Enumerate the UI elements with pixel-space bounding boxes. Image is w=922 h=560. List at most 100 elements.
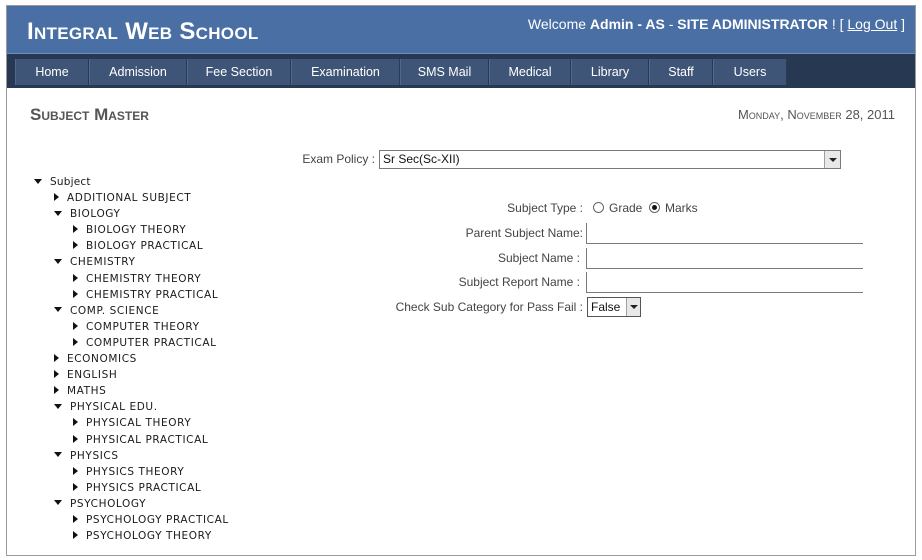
collapsed-triangle-icon xyxy=(73,321,78,330)
subject-name-input[interactable] xyxy=(586,248,863,269)
tree-node-label: COMPUTER THEORY xyxy=(86,320,200,333)
collapsed-triangle-icon xyxy=(73,241,78,250)
tree-node[interactable]: PHYSICAL THEORY xyxy=(73,415,191,431)
tree-node-label: ADDITIONAL SUBJECT xyxy=(67,192,192,204)
tree-node-label: BIOLOGY THEORY xyxy=(86,224,187,237)
tree-node[interactable]: ENGLISH xyxy=(54,367,117,383)
tree-node[interactable]: PHYSICS THEORY xyxy=(73,464,184,480)
tree-node-label: CHEMISTRY THEORY xyxy=(86,272,202,285)
user-name: Admin xyxy=(589,16,634,32)
collapsed-triangle-icon xyxy=(73,273,78,282)
tree-node[interactable]: BIOLOGY xyxy=(54,206,121,222)
tree-root-subject[interactable]: Subject xyxy=(34,174,91,190)
bracket-open: ! [ xyxy=(827,16,848,32)
tree-node[interactable]: COMPUTER PRACTICAL xyxy=(73,335,217,351)
page-date: Monday, November 28, 2011 xyxy=(737,107,895,122)
marks-radio[interactable] xyxy=(649,202,660,213)
parent-subject-label: Parent Subject Name: xyxy=(465,226,583,240)
tree-node-label: CHEMISTRY PRACTICAL xyxy=(86,288,219,301)
pass-fail-label: Check Sub Category for Pass Fail : xyxy=(395,300,583,314)
page-title: Subject Master xyxy=(30,105,149,124)
marks-radio-label: Marks xyxy=(665,201,698,215)
nav-tab-sms-mail[interactable]: SMS Mail xyxy=(400,59,489,85)
tree-node[interactable]: ECONOMICS xyxy=(54,351,137,367)
tree-node-label: PHYSICAL PRACTICAL xyxy=(86,433,209,446)
tree-node[interactable]: BIOLOGY PRACTICAL xyxy=(73,238,203,254)
tree-node-label: PHYSICS xyxy=(70,449,119,462)
pass-fail-select[interactable]: False xyxy=(587,297,641,317)
tree-node[interactable]: PHYSICAL EDU. xyxy=(54,399,158,415)
header-bar: Integral Web School Welcome Admin - AS -… xyxy=(7,6,915,54)
collapsed-triangle-icon xyxy=(73,289,78,298)
tree-node[interactable]: CHEMISTRY xyxy=(54,254,136,270)
parent-subject-input[interactable] xyxy=(586,223,863,244)
tree-node[interactable]: PSYCHOLOGY PRACTICAL xyxy=(73,512,229,528)
chevron-down-icon[interactable] xyxy=(626,298,640,316)
chevron-down-icon[interactable] xyxy=(824,151,840,168)
grade-radio[interactable] xyxy=(593,202,604,213)
nav-tab-home[interactable]: Home xyxy=(15,59,89,85)
user-designation: SITE ADMINISTRATOR xyxy=(677,16,828,32)
collapsed-triangle-icon xyxy=(73,225,78,234)
report-name-label: Subject Report Name : xyxy=(458,275,580,289)
tree-node[interactable]: PHYSICS PRACTICAL xyxy=(73,480,201,496)
expanded-triangle-icon xyxy=(54,258,62,264)
tree-node-label: PHYSICS THEORY xyxy=(86,465,185,478)
collapsed-triangle-icon xyxy=(54,193,59,201)
tree-node-label: COMPUTER PRACTICAL xyxy=(86,336,217,349)
welcome-prefix: Welcome xyxy=(527,16,590,32)
tree-node-label: MATHS xyxy=(67,385,107,398)
nav-tab-fee-section[interactable]: Fee Section xyxy=(187,59,291,85)
welcome-text: Welcome Admin - AS - SITE ADMINISTRATOR … xyxy=(528,16,905,32)
nav-tab-examination[interactable]: Examination xyxy=(291,59,400,85)
collapsed-triangle-icon xyxy=(73,434,78,443)
nav-tab-users[interactable]: Users xyxy=(713,59,787,85)
nav-tab-staff[interactable]: Staff xyxy=(649,59,713,85)
tree-node-label: PSYCHOLOGY THEORY xyxy=(86,530,212,543)
tree-node-label: PSYCHOLOGY xyxy=(70,497,147,510)
exam-policy-value: Sr Sec(Sc-XII) xyxy=(383,152,460,166)
expanded-triangle-icon xyxy=(34,178,42,184)
tree-node[interactable]: BIOLOGY THEORY xyxy=(73,222,186,238)
expanded-triangle-icon xyxy=(54,500,62,506)
exam-policy-select[interactable]: Sr Sec(Sc-XII) xyxy=(379,150,841,169)
collapsed-triangle-icon xyxy=(73,531,78,540)
nav-tab-medical[interactable]: Medical xyxy=(489,59,571,85)
tree-node-label: ECONOMICS xyxy=(67,353,137,365)
tree-node[interactable]: CHEMISTRY PRACTICAL xyxy=(73,287,218,303)
tree-node-label: CHEMISTRY xyxy=(70,256,136,269)
tree-node-label: COMP. SCIENCE xyxy=(70,304,160,317)
collapsed-triangle-icon xyxy=(73,466,78,475)
tree-node-label: BIOLOGY xyxy=(70,208,121,221)
nav-tab-admission[interactable]: Admission xyxy=(89,59,187,85)
tree-node[interactable]: CHEMISTRY THEORY xyxy=(73,271,201,287)
tree-node[interactable]: COMPUTER THEORY xyxy=(73,319,200,335)
tree-node[interactable]: PHYSICAL PRACTICAL xyxy=(73,432,208,448)
tree-root-label: Subject xyxy=(50,176,91,188)
tree-node[interactable]: MATHS xyxy=(54,383,106,399)
bracket-close: ] xyxy=(897,16,905,32)
tree-node-label: PHYSICAL THEORY xyxy=(86,417,192,430)
collapsed-triangle-icon xyxy=(73,337,78,346)
expanded-triangle-icon xyxy=(54,452,62,458)
expanded-triangle-icon xyxy=(54,210,62,216)
tree-node[interactable]: PSYCHOLOGY THEORY xyxy=(73,528,212,544)
tree-node[interactable]: ADDITIONAL SUBJECT xyxy=(54,190,191,206)
nav-tabs: Home Admission Fee Section Examination S… xyxy=(15,59,787,85)
nav-tab-library[interactable]: Library xyxy=(571,59,649,85)
collapsed-triangle-icon xyxy=(54,370,59,379)
tree-node[interactable]: COMP. SCIENCE xyxy=(54,303,159,319)
subject-name-label: Subject Name : xyxy=(497,251,580,265)
app-window: Integral Web School Welcome Admin - AS -… xyxy=(6,5,916,556)
user-role: AS xyxy=(645,16,665,32)
report-name-input[interactable] xyxy=(586,272,863,293)
role-sep: - xyxy=(664,16,678,32)
expanded-triangle-icon xyxy=(54,403,62,409)
collapsed-triangle-icon xyxy=(73,418,78,427)
exam-policy-label: Exam Policy : xyxy=(302,152,375,166)
tree-node[interactable]: PSYCHOLOGY xyxy=(54,496,146,512)
logout-link[interactable]: Log Out xyxy=(847,16,897,32)
tree-node-label: ENGLISH xyxy=(67,369,118,382)
collapsed-triangle-icon xyxy=(54,354,59,362)
tree-node[interactable]: PHYSICS xyxy=(54,448,119,464)
